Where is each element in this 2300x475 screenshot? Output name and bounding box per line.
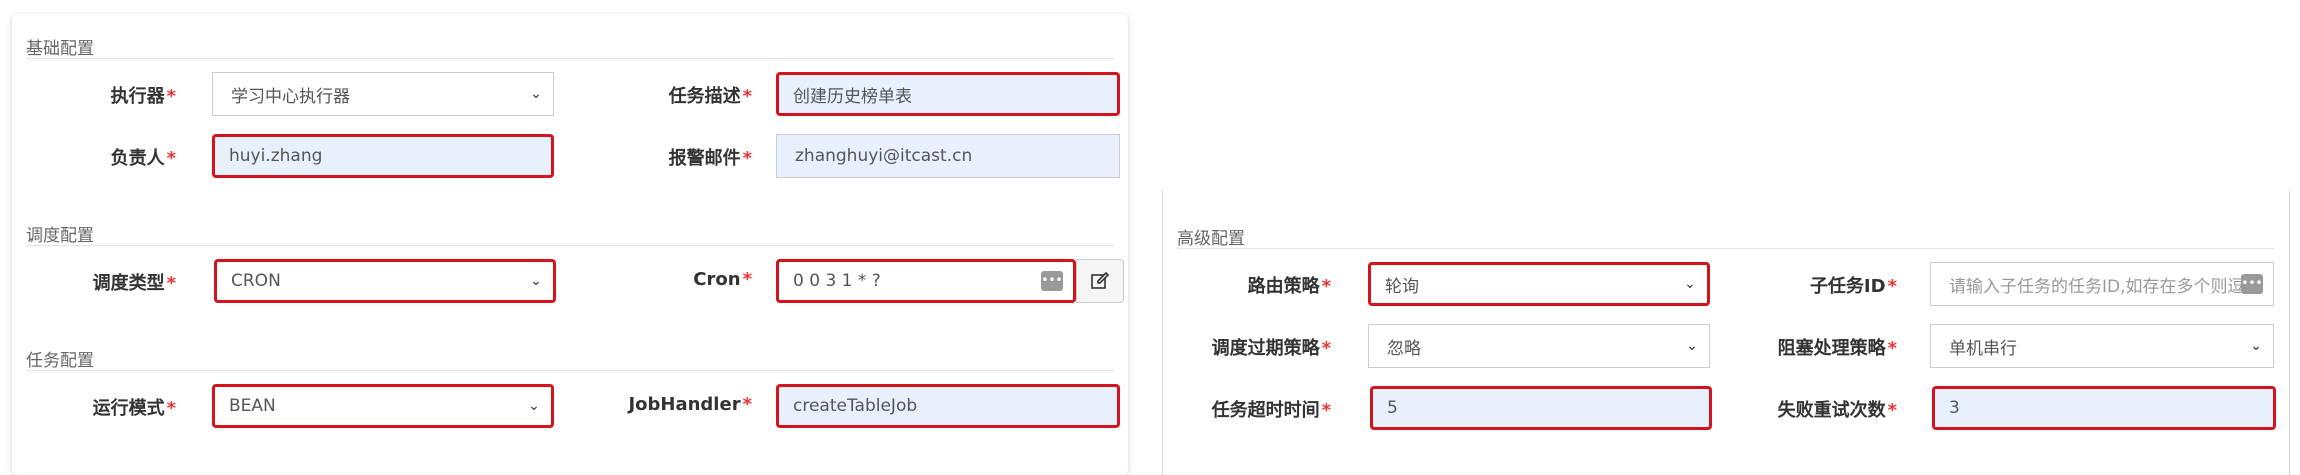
alarm-email-label: 报警邮件 * bbox=[668, 148, 752, 169]
timeout-label: 任务超时时间 * bbox=[1211, 400, 1331, 421]
job-handler-input[interactable]: createTableJob bbox=[776, 384, 1120, 428]
edit-icon bbox=[1091, 271, 1110, 289]
chevron-down-icon: ⌄ bbox=[530, 86, 542, 102]
executor-label: 执行器 * bbox=[110, 86, 176, 107]
executor-select[interactable]: 学习中心执行器 ⌄ bbox=[212, 72, 554, 116]
retry-value: 3 bbox=[1949, 398, 1960, 418]
owner-input[interactable]: huyi.zhang bbox=[212, 134, 554, 178]
job-config-panel: 基础配置 执行器 * 学习中心执行器 ⌄ 任务描述 * 创建历史榜单表 负责人 * h… bbox=[12, 14, 1128, 475]
more-icon[interactable]: ••• bbox=[2241, 274, 2263, 294]
cron-label: Cron * bbox=[693, 269, 752, 290]
chevron-down-icon: ⌄ bbox=[2250, 338, 2262, 354]
run-mode-value: BEAN bbox=[229, 396, 276, 416]
cron-edit-button[interactable] bbox=[1076, 259, 1124, 303]
chevron-down-icon: ⌄ bbox=[528, 398, 540, 414]
timeout-value: 5 bbox=[1387, 398, 1398, 418]
route-strategy-value: 轮询 bbox=[1385, 276, 1419, 297]
section-divider bbox=[26, 58, 1114, 59]
timeout-input[interactable]: 5 bbox=[1370, 386, 1712, 430]
owner-label: 负责人 * bbox=[110, 148, 176, 169]
chevron-down-icon: ⌄ bbox=[1684, 276, 1696, 292]
advanced-config-panel: 高级配置 路由策略 * 轮询 ⌄ 子任务ID * 请输入子任务的任务ID,如存在多个… bbox=[1162, 190, 2290, 475]
misfire-strategy-label: 调度过期策略 * bbox=[1211, 338, 1331, 359]
block-strategy-select[interactable]: 单机串行 ⌄ bbox=[1930, 324, 2274, 368]
child-task-label: 子任务ID * bbox=[1809, 276, 1897, 297]
chevron-down-icon: ⌄ bbox=[530, 273, 542, 289]
more-icon[interactable]: ••• bbox=[1041, 271, 1063, 291]
section-divider bbox=[26, 370, 1114, 371]
block-strategy-value: 单机串行 bbox=[1949, 338, 2017, 359]
retry-label: 失败重试次数 * bbox=[1777, 400, 1897, 421]
section-title-schedule: 调度配置 bbox=[26, 226, 94, 246]
child-task-input[interactable]: 请输入子任务的任务ID,如存在多个则逗 ••• bbox=[1930, 262, 2274, 306]
section-title-task: 任务配置 bbox=[26, 351, 94, 371]
block-strategy-label: 阻塞处理策略 * bbox=[1777, 338, 1897, 359]
chevron-down-icon: ⌄ bbox=[1686, 338, 1698, 354]
job-handler-value: createTableJob bbox=[793, 396, 918, 416]
run-mode-select[interactable]: BEAN ⌄ bbox=[212, 384, 554, 428]
run-mode-label: 运行模式 * bbox=[92, 398, 176, 419]
task-desc-value: 创建历史榜单表 bbox=[793, 86, 912, 107]
job-handler-label: JobHandler * bbox=[628, 394, 752, 415]
schedule-type-label: 调度类型 * bbox=[92, 273, 176, 294]
cron-value: 0 0 3 1 * ? bbox=[793, 271, 881, 291]
task-desc-input[interactable]: 创建历史榜单表 bbox=[776, 72, 1120, 116]
misfire-strategy-select[interactable]: 忽略 ⌄ bbox=[1368, 324, 1710, 368]
executor-value: 学习中心执行器 bbox=[231, 86, 350, 107]
misfire-strategy-value: 忽略 bbox=[1387, 338, 1421, 359]
alarm-email-input[interactable]: zhanghuyi@itcast.cn bbox=[776, 134, 1120, 178]
route-strategy-label: 路由策略 * bbox=[1247, 276, 1331, 297]
schedule-type-select[interactable]: CRON ⌄ bbox=[214, 259, 556, 303]
owner-value: huyi.zhang bbox=[229, 146, 323, 166]
retry-input[interactable]: 3 bbox=[1932, 386, 2276, 430]
section-divider bbox=[26, 245, 1114, 246]
alarm-email-value: zhanghuyi@itcast.cn bbox=[795, 146, 973, 166]
child-task-placeholder: 请输入子任务的任务ID,如存在多个则逗 bbox=[1949, 276, 2241, 297]
section-title-advanced: 高级配置 bbox=[1177, 229, 1245, 249]
task-desc-label: 任务描述 * bbox=[668, 86, 752, 107]
route-strategy-select[interactable]: 轮询 ⌄ bbox=[1368, 262, 1710, 306]
cron-input[interactable]: 0 0 3 1 * ? ••• bbox=[776, 259, 1076, 303]
section-divider bbox=[1177, 248, 2275, 249]
schedule-type-value: CRON bbox=[231, 271, 281, 291]
section-title-basic: 基础配置 bbox=[26, 39, 94, 59]
